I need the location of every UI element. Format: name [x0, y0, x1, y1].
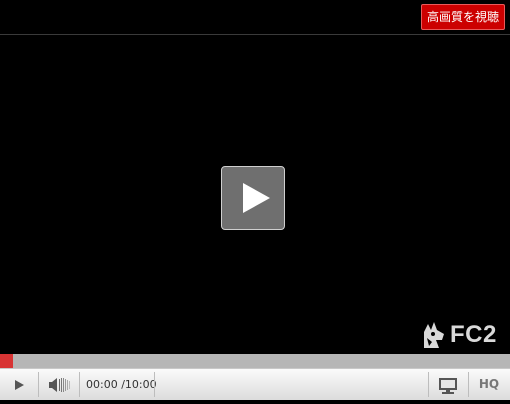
screen-mode-button[interactable]	[429, 369, 467, 400]
duration: /10:00	[121, 378, 157, 391]
volume-icon	[49, 378, 70, 392]
play-icon	[15, 380, 24, 390]
seek-progress	[0, 354, 13, 368]
seek-bar[interactable]	[0, 354, 510, 368]
play-button[interactable]	[0, 369, 38, 400]
control-bar: 00:00 /10:00 HQ	[0, 368, 510, 400]
time-display: 00:00 /10:00	[86, 369, 157, 400]
play-icon	[243, 183, 270, 213]
monitor-icon	[439, 378, 457, 394]
fc2-logo-text: FC2	[450, 321, 497, 348]
hq-button[interactable]: HQ	[469, 369, 509, 400]
watch-hq-button[interactable]: 高画質を視聴	[420, 4, 505, 30]
volume-button[interactable]	[39, 369, 79, 400]
video-player: 高画質を視聴 FC2 00:00 /10:00 HQ	[0, 0, 510, 400]
current-time: 00:00	[86, 378, 118, 391]
divider	[154, 372, 155, 397]
fc2-logo: FC2	[420, 318, 506, 350]
play-overlay-button[interactable]	[221, 166, 285, 230]
divider	[79, 372, 80, 397]
top-bar: 高画質を視聴	[0, 0, 510, 35]
fc2-mascot-icon	[424, 322, 444, 348]
